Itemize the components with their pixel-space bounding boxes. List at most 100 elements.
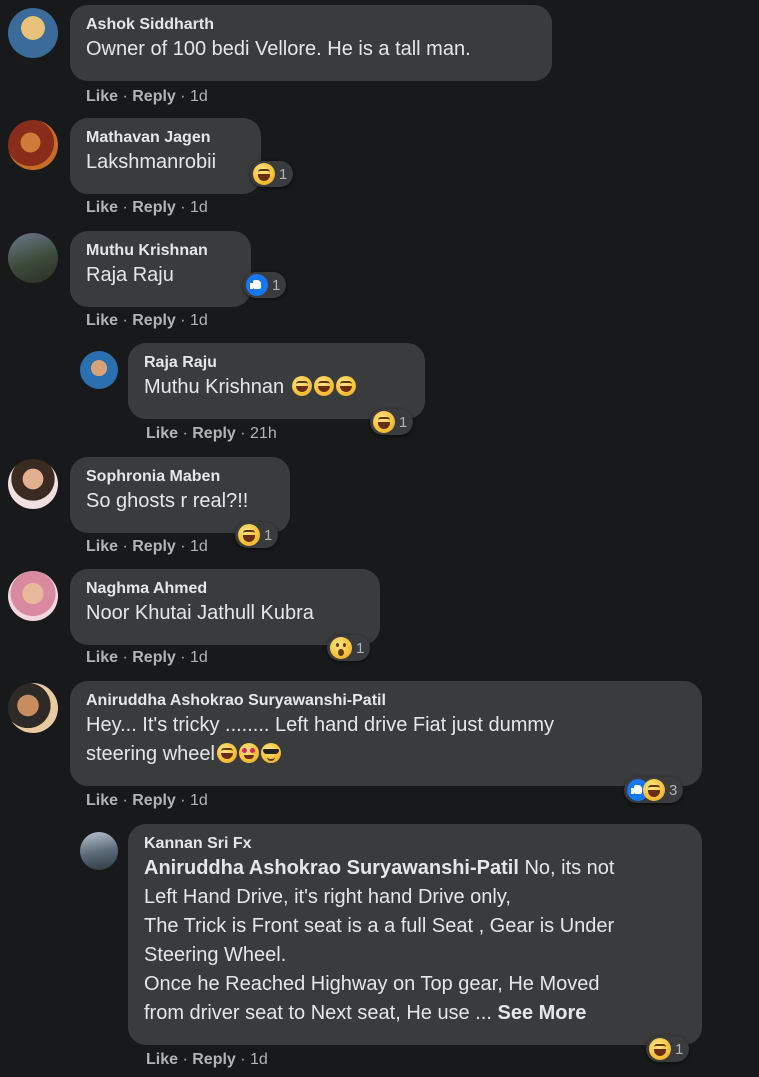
comment-author[interactable]: Aniruddha Ashokrao Suryawanshi-Patil <box>86 691 686 711</box>
like-link[interactable]: Like <box>86 199 118 216</box>
comment-actions: Like · Reply · 1d <box>86 312 208 330</box>
comment-text-content: Muthu Krishnan <box>144 376 285 398</box>
avatar[interactable] <box>80 351 118 389</box>
like-link[interactable]: Like <box>86 649 118 666</box>
haha-reaction-icon <box>253 163 275 185</box>
comment-time[interactable]: 21h <box>250 425 277 442</box>
reaction-count: 3 <box>669 781 678 799</box>
comment-bubble: Mathavan Jagen Lakshmanrobii <box>70 118 261 194</box>
comment-text-line: Hey... It's tricky ........ Left hand dr… <box>86 714 555 736</box>
comment-author[interactable]: Sophronia Maben <box>86 467 274 487</box>
reaction-count: 1 <box>356 639 365 657</box>
comment-text: Owner of 100 bedi Vellore. He is a tall … <box>86 38 471 60</box>
comment-actions: Like · Reply · 1d <box>86 649 208 667</box>
reaction-summary[interactable]: 1 <box>235 522 279 548</box>
avatar[interactable] <box>80 832 118 870</box>
reply-link[interactable]: Reply <box>132 312 176 329</box>
like-link[interactable]: Like <box>86 312 118 329</box>
reaction-summary[interactable]: 3 <box>624 777 684 803</box>
comment-time[interactable]: 1d <box>190 88 208 105</box>
reaction-count: 1 <box>272 276 281 294</box>
like-link[interactable]: Like <box>146 425 178 442</box>
reply-link[interactable]: Reply <box>132 199 176 216</box>
see-more-link[interactable]: See More <box>492 1002 586 1024</box>
like-link[interactable]: Like <box>86 792 118 809</box>
avatar[interactable] <box>8 459 58 509</box>
reaction-count: 1 <box>279 165 288 183</box>
comment-time[interactable]: 1d <box>250 1051 268 1068</box>
reaction-summary[interactable]: 1 <box>243 272 287 298</box>
comment-text: Noor Khutai Jathull Kubra <box>86 602 314 624</box>
comment-time[interactable]: 1d <box>190 792 208 809</box>
comment-bubble: Ashok Siddharth Owner of 100 bedi Vellor… <box>70 5 552 81</box>
separator: · <box>118 792 133 809</box>
comment-time[interactable]: 1d <box>190 199 208 216</box>
reply-link[interactable]: Reply <box>132 649 176 666</box>
separator: · <box>175 88 191 105</box>
comment-author[interactable]: Naghma Ahmed <box>86 579 364 599</box>
like-reaction-icon <box>246 274 268 296</box>
reply-link[interactable]: Reply <box>192 1051 236 1068</box>
comment-author[interactable]: Kannan Sri Fx <box>144 834 686 854</box>
separator: · <box>118 538 133 555</box>
avatar[interactable] <box>8 571 58 621</box>
comment-text-content: steering wheel <box>86 743 215 765</box>
haha-reaction-icon <box>649 1038 671 1060</box>
comment-text-line: Once he Reached Highway on Top gear, He … <box>144 973 600 995</box>
comment-time[interactable]: 1d <box>190 538 208 555</box>
comment-bubble: Raja Raju Muthu Krishnan <box>128 343 425 419</box>
comment-bubble: Aniruddha Ashokrao Suryawanshi-Patil Hey… <box>70 681 702 786</box>
reply-link[interactable]: Reply <box>132 792 176 809</box>
separator: · <box>235 425 251 442</box>
like-link[interactable]: Like <box>146 1051 178 1068</box>
comment-bubble: Muthu Krishnan Raja Raju <box>70 231 251 307</box>
avatar[interactable] <box>8 683 58 733</box>
avatar[interactable] <box>8 120 58 170</box>
reaction-summary[interactable]: 1 <box>250 161 294 187</box>
comment-actions: Like · Reply · 1d <box>86 199 208 217</box>
comment-author[interactable]: Mathavan Jagen <box>86 128 245 148</box>
separator: · <box>175 649 191 666</box>
wow-reaction-icon <box>330 637 352 659</box>
haha-emoji-icon <box>335 376 356 396</box>
haha-emoji-icon <box>313 376 334 396</box>
like-link[interactable]: Like <box>86 538 118 555</box>
reply-link[interactable]: Reply <box>192 425 236 442</box>
separator: · <box>178 1051 193 1068</box>
avatar[interactable] <box>8 233 58 283</box>
comment-time[interactable]: 1d <box>190 649 208 666</box>
sunglasses-emoji-icon <box>260 743 281 763</box>
comment-text-line: Left Hand Drive, it's right hand Drive o… <box>144 886 511 908</box>
comment-text-line: The Trick is Front seat is a a full Seat… <box>144 915 615 937</box>
comment-text-line: Aniruddha Ashokrao Suryawanshi-Patil No,… <box>144 854 686 883</box>
reaction-summary[interactable]: 1 <box>370 409 414 435</box>
reaction-summary[interactable]: 1 <box>327 635 371 661</box>
comment-text: Lakshmanrobii <box>86 151 217 173</box>
comment-text-line: steering wheel <box>86 740 686 769</box>
separator: · <box>175 199 191 216</box>
reply-link[interactable]: Reply <box>132 538 176 555</box>
like-link[interactable]: Like <box>86 88 118 105</box>
comment-time[interactable]: 1d <box>190 312 208 329</box>
comment-text-content: from driver seat to Next seat, He use ..… <box>144 1002 492 1024</box>
reply-link[interactable]: Reply <box>132 88 176 105</box>
comment-author[interactable]: Muthu Krishnan <box>86 241 235 261</box>
reaction-summary[interactable]: 1 <box>646 1036 690 1062</box>
separator: · <box>235 1051 251 1068</box>
comment-actions: Like · Reply · 1d <box>86 88 208 106</box>
comment-text: So ghosts r real?!! <box>86 490 249 512</box>
haha-reaction-icon <box>373 411 395 433</box>
mention-link[interactable]: Aniruddha Ashokrao Suryawanshi-Patil <box>144 857 519 879</box>
separator: · <box>178 425 193 442</box>
comment-bubble: Naghma Ahmed Noor Khutai Jathull Kubra <box>70 569 380 645</box>
comment-actions: Like · Reply · 1d <box>86 538 208 556</box>
avatar[interactable] <box>8 8 58 58</box>
haha-reaction-icon <box>643 779 665 801</box>
comment-text-line: Steering Wheel. <box>144 944 287 966</box>
reaction-count: 1 <box>264 526 273 544</box>
comment-text: Raja Raju <box>86 264 174 286</box>
comment-author[interactable]: Ashok Siddharth <box>86 15 536 35</box>
comment-author[interactable]: Raja Raju <box>144 353 409 373</box>
separator: · <box>118 312 133 329</box>
comment-actions: Like · Reply · 1d <box>86 792 208 810</box>
